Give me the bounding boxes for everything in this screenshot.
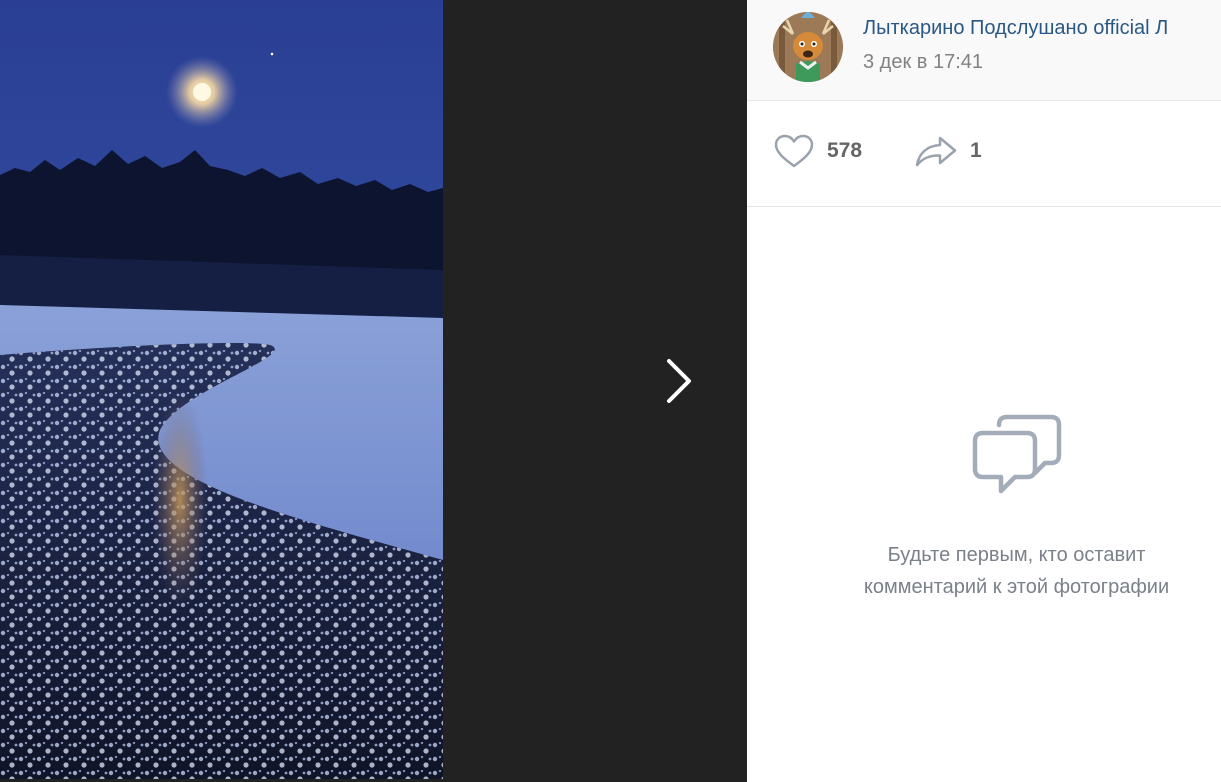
post-header: Лыткарино Подслушано official Л 3 дек в … bbox=[747, 0, 1221, 101]
share-button[interactable]: 1 bbox=[914, 131, 982, 171]
photo[interactable] bbox=[0, 0, 443, 779]
share-arrow-icon bbox=[915, 136, 957, 167]
share-count: 1 bbox=[970, 139, 982, 162]
next-photo-button[interactable] bbox=[652, 350, 704, 412]
author-avatar[interactable] bbox=[773, 12, 843, 82]
heart-icon bbox=[774, 134, 814, 168]
comments-empty-state: Будьте первым, кто оставит комментарий к… bbox=[747, 207, 1221, 782]
post-actions: 578 1 bbox=[747, 101, 1221, 207]
like-button[interactable]: 578 bbox=[773, 131, 862, 171]
empty-comments-text: Будьте первым, кто оставит комментарий к… bbox=[747, 539, 1221, 603]
winter-lake-photo bbox=[0, 0, 443, 779]
empty-comments-line2: комментарий к этой фотографии bbox=[863, 576, 1170, 598]
empty-comments-line1: Будьте первым, кто оставит bbox=[887, 544, 1146, 566]
photo-viewer bbox=[0, 0, 747, 782]
like-count: 578 bbox=[827, 139, 863, 162]
chevron-right-icon bbox=[667, 359, 691, 403]
post-side-panel: Лыткарино Подслушано official Л 3 дек в … bbox=[747, 0, 1221, 782]
author-name-link[interactable]: Лыткарино Подслушано official Л bbox=[863, 17, 1168, 40]
post-date[interactable]: 3 дек в 17:41 bbox=[863, 51, 983, 74]
reindeer-avatar bbox=[773, 12, 843, 82]
comments-icon bbox=[972, 414, 1062, 494]
